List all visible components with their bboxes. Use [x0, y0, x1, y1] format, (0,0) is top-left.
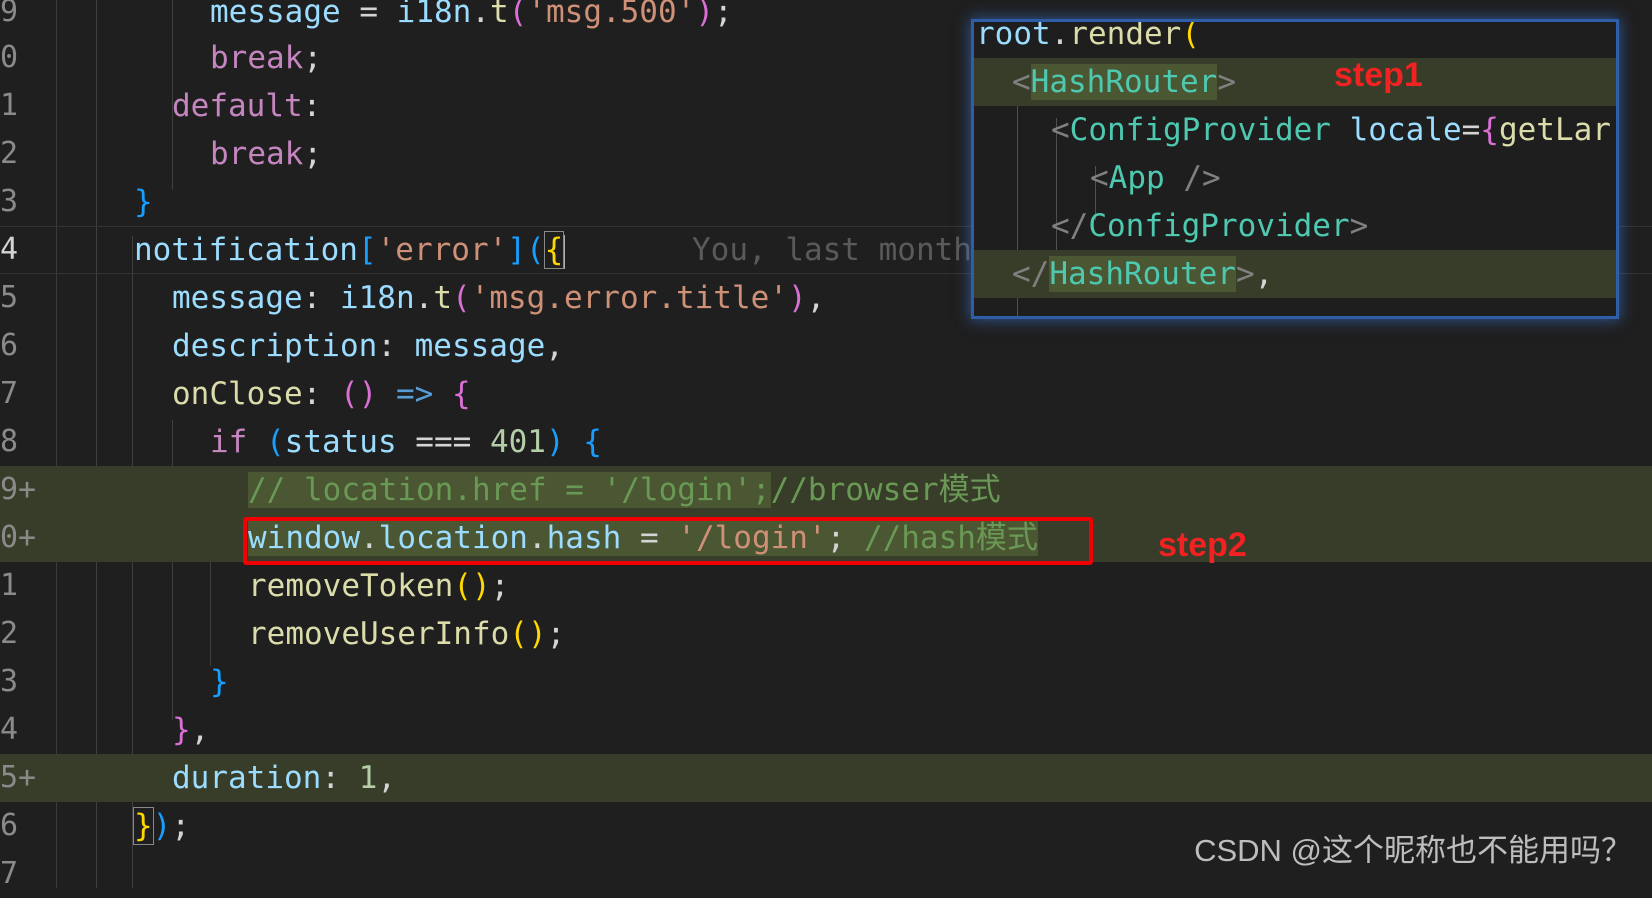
line-number: 8 [0, 424, 19, 459]
code-text: }); [133, 807, 191, 845]
code-text: default: [172, 88, 322, 124]
code-line[interactable]: 8 if (status === 401) { [0, 418, 1652, 466]
code-line[interactable]: 4 }, [0, 706, 1652, 754]
step2-label: step2 [1158, 526, 1247, 564]
code-line-added[interactable]: 5+ duration: 1, [0, 754, 1652, 802]
line-number: 9+ [0, 472, 37, 507]
overlay-line: </HashRouter>, [974, 250, 1616, 298]
code-line-added[interactable]: 9+ // location.href = '/login';//browser… [0, 466, 1652, 514]
code-text: onClose: () => { [172, 376, 471, 412]
line-number: 7 [0, 376, 19, 411]
line-number: 6 [0, 808, 19, 843]
code-text: break; [210, 136, 322, 172]
line-number: 0 [0, 40, 19, 75]
code-text: message: i18n.t('msg.error.title'), [172, 280, 826, 316]
code-text: notification['error']({ [134, 231, 566, 269]
overlay-line: root.render( [976, 22, 1200, 52]
text-cursor [563, 234, 566, 269]
code-text: duration: 1, [172, 760, 396, 796]
code-snippet-overlay: root.render( <HashRouter> <ConfigProvide… [974, 22, 1616, 316]
line-number: 3 [0, 664, 19, 699]
line-number: 5+ [0, 760, 37, 795]
code-text: removeToken(); [248, 568, 510, 604]
line-number: 4 [0, 712, 19, 747]
line-number: 7 [0, 856, 19, 891]
line-number: 4 [0, 232, 19, 267]
line-number: 6 [0, 328, 19, 363]
code-line[interactable]: 6 description: message, [0, 322, 1652, 370]
code-text: // location.href = '/login';//browser模式 [248, 472, 1001, 508]
code-line[interactable]: 7 onClose: () => { [0, 370, 1652, 418]
line-number: 3 [0, 184, 19, 219]
code-text: if (status === 401) { [210, 424, 602, 460]
watermark: CSDN @这个昵称也不能用吗？ [1194, 833, 1632, 868]
code-text: message = i18n.t('msg.500'); [210, 0, 733, 30]
code-text: description: message, [172, 328, 564, 364]
line-number: 9 [0, 0, 19, 29]
code-editor[interactable]: 9 message = i18n.t('msg.500'); 0 break; … [0, 0, 1652, 891]
overlay-line: <App /> [1090, 160, 1221, 196]
step1-label: step1 [1334, 56, 1423, 94]
code-text: }, [172, 712, 210, 748]
line-number: 2 [0, 136, 19, 171]
line-number: 1 [0, 88, 19, 123]
code-line[interactable]: 3 } [0, 658, 1652, 706]
code-text: } [134, 184, 153, 220]
overlay-line: <HashRouter> [974, 58, 1616, 106]
overlay-line: <ConfigProvider locale={getLar [1051, 112, 1611, 148]
line-number: 5 [0, 280, 19, 315]
line-number: 1 [0, 568, 19, 603]
code-line[interactable]: 2 removeUserInfo(); [0, 610, 1652, 658]
overlay-line: </ConfigProvider> [1051, 208, 1369, 244]
line-number: 0+ [0, 520, 37, 555]
code-text: removeUserInfo(); [248, 616, 566, 652]
code-line[interactable]: 1 removeToken(); [0, 562, 1652, 610]
highlight-box [243, 517, 1093, 565]
code-text: } [210, 664, 229, 700]
line-number: 2 [0, 616, 19, 651]
git-blame-annotation: You, last month [692, 232, 972, 268]
code-text: break; [210, 40, 322, 76]
